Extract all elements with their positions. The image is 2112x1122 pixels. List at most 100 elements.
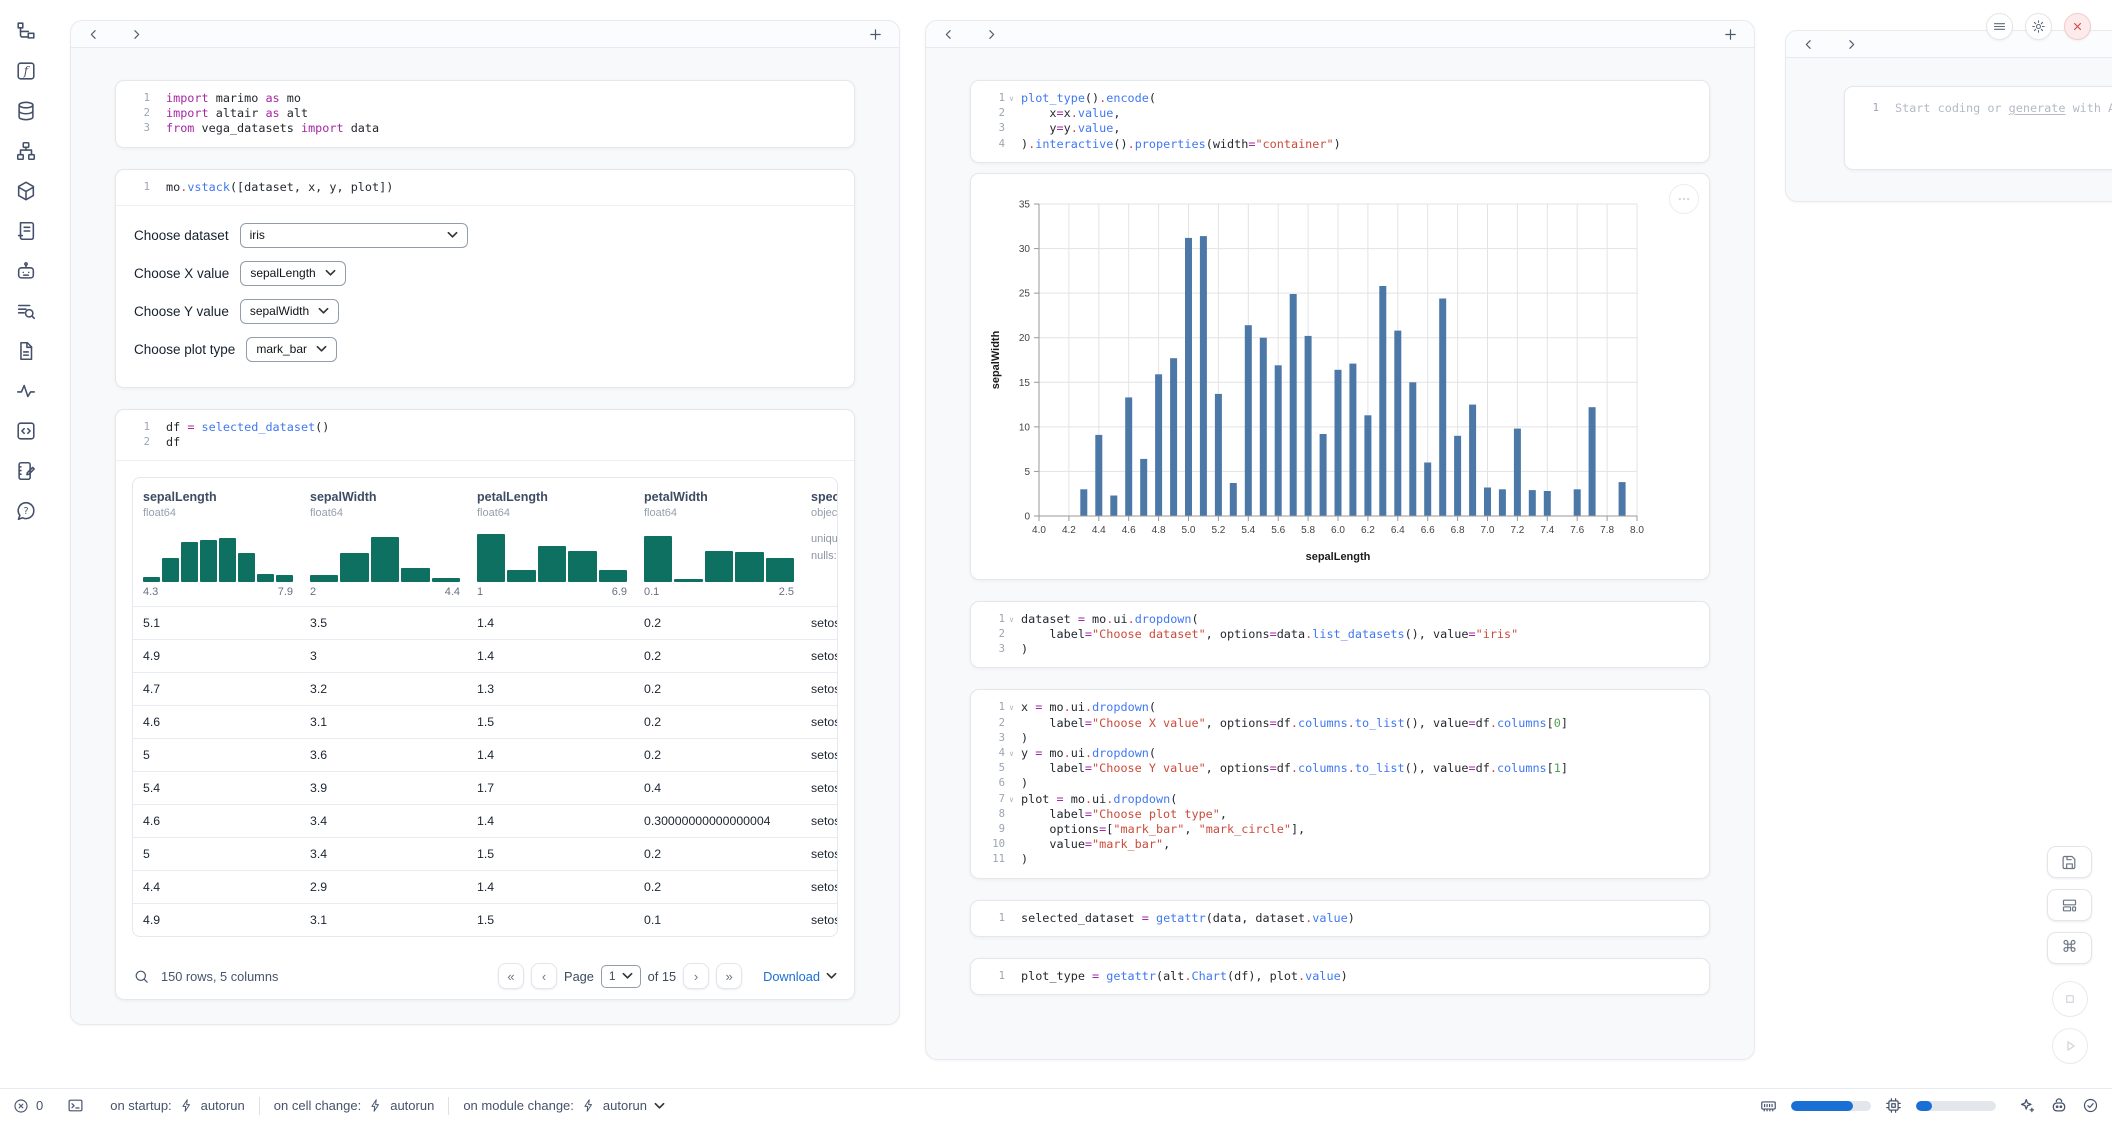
svg-text:6.6: 6.6 — [1421, 525, 1435, 536]
column-collapse-left-icon[interactable] — [87, 28, 100, 41]
sidebar-dependency-graph-icon[interactable] — [8, 134, 44, 167]
run-button[interactable] — [2052, 1028, 2088, 1064]
line-number: 8 — [981, 807, 1005, 822]
table-column-header[interactable]: petalLengthfloat6416.9 — [467, 478, 634, 606]
svg-text:4.4: 4.4 — [1092, 525, 1106, 536]
table-cell: 0.1 — [634, 904, 801, 936]
command-palette-button[interactable]: ⌘ — [2047, 932, 2092, 964]
table-column-header[interactable]: sepalWidthfloat6424.4 — [300, 478, 467, 606]
column-collapse-left-icon[interactable] — [942, 28, 955, 41]
dropdown-selected-value: iris — [250, 228, 265, 242]
autorun-toggle[interactable]: on module change:autorun — [463, 1098, 665, 1113]
download-button[interactable]: Download — [763, 969, 837, 984]
ai-sparkle-button[interactable] — [2018, 1097, 2036, 1115]
column-collapse-right-icon[interactable] — [130, 28, 143, 41]
terminal-button[interactable] — [67, 1097, 84, 1114]
svg-text:6.8: 6.8 — [1451, 525, 1465, 536]
sidebar-activity-icon[interactable] — [8, 374, 44, 407]
sidebar-log-search-icon[interactable] — [8, 294, 44, 327]
menu-button[interactable] — [1986, 13, 2013, 40]
line-number: 1 — [126, 180, 150, 195]
sidebar-scratchpad-icon[interactable] — [8, 454, 44, 487]
fold-gutter — [150, 420, 163, 435]
first-page-button[interactable]: « — [498, 963, 524, 989]
layout-toggle-button[interactable] — [2047, 889, 2092, 921]
code-line: 2import altair as alt — [126, 106, 840, 121]
next-page-button[interactable]: › — [683, 963, 709, 989]
table-cell: 0.2 — [634, 673, 801, 705]
line-number: 1 — [981, 911, 1005, 926]
sidebar-code-square-icon[interactable] — [8, 414, 44, 447]
last-page-button[interactable]: » — [716, 963, 742, 989]
sidebar-database-icon[interactable] — [8, 94, 44, 127]
settings-button[interactable] — [2025, 13, 2052, 40]
error-circle-icon — [13, 1098, 29, 1114]
fold-chevron-icon[interactable]: ∨ — [1005, 700, 1018, 715]
sidebar-help-bubble-icon[interactable]: ? — [8, 494, 44, 527]
code-editor[interactable]: 1df = selected_dataset()2df — [116, 410, 854, 460]
error-indicator[interactable]: 0 — [13, 1098, 43, 1114]
save-button[interactable] — [2047, 846, 2092, 878]
dropdown-select[interactable]: mark_bar — [246, 337, 337, 362]
table-column-header[interactable]: petalWidthfloat640.12.5 — [634, 478, 801, 606]
code-editor[interactable]: 1∨plot_type().encode(2 x=x.value,3 y=y.v… — [971, 81, 1709, 162]
fold-chevron-icon[interactable]: ∨ — [1005, 91, 1018, 106]
fold-gutter — [1005, 627, 1018, 642]
generate-ai-link[interactable]: generate — [2009, 101, 2066, 115]
table-column-header[interactable]: speciesobjectunique:nulls: — [801, 478, 837, 606]
sidebar-package-cube-icon[interactable] — [8, 174, 44, 207]
dropdown-select[interactable]: sepalLength — [240, 261, 345, 286]
table-cell: 1.5 — [467, 838, 634, 870]
fold-chevron-icon[interactable]: ∨ — [1005, 612, 1018, 627]
column-collapse-right-icon[interactable] — [985, 28, 998, 41]
add-cell-button[interactable] — [868, 27, 883, 42]
code-editor[interactable]: 1 Start coding or generate with AI — [1845, 87, 2112, 126]
add-cell-button[interactable] — [1723, 27, 1738, 42]
sidebar-chat-bot-icon[interactable] — [8, 254, 44, 287]
altair-bar-chart[interactable]: 051015202530354.04.24.44.64.85.05.25.45.… — [971, 174, 1709, 579]
page-select[interactable]: 1 — [601, 965, 641, 988]
code-editor[interactable]: 1plot_type = getattr(alt.Chart(df), plot… — [971, 959, 1709, 994]
code-text: mo.vstack([dataset, x, y, plot]) — [163, 180, 393, 195]
code-editor[interactable]: 1∨dataset = mo.ui.dropdown(2 label="Choo… — [971, 602, 1709, 668]
stop-button[interactable] — [2052, 981, 2088, 1017]
fold-gutter — [1005, 137, 1018, 152]
table-cell: 1.4 — [467, 871, 634, 903]
min-value: 1 — [477, 586, 483, 598]
chart-actions-button[interactable] — [1669, 184, 1699, 214]
column-histogram — [310, 528, 460, 582]
fold-chevron-icon[interactable]: ∨ — [1005, 792, 1018, 807]
column-dtype: object — [811, 507, 831, 519]
autorun-toggle[interactable]: on cell change:autorun — [274, 1098, 435, 1113]
sidebar-script-scroll-icon[interactable] — [8, 214, 44, 247]
code-editor[interactable]: 1import marimo as mo2import altair as al… — [116, 81, 854, 147]
prev-page-button[interactable]: ‹ — [531, 963, 557, 989]
dropdown-select[interactable]: iris — [240, 223, 468, 248]
table-cell: 3.6 — [300, 739, 467, 771]
fold-chevron-icon[interactable]: ∨ — [1005, 746, 1018, 761]
copilot-button[interactable] — [2050, 1097, 2068, 1115]
svg-text:35: 35 — [1019, 199, 1031, 210]
line-number: 2 — [981, 716, 1005, 731]
sidebar-function-square-icon[interactable]: f — [8, 54, 44, 87]
code-editor[interactable]: 1selected_dataset = getattr(data, datase… — [971, 901, 1709, 936]
code-editor[interactable]: 1 mo.vstack([dataset, x, y, plot]) — [116, 170, 854, 205]
column-collapse-left-icon[interactable] — [1802, 38, 1815, 51]
svg-text:6.2: 6.2 — [1361, 525, 1375, 536]
code-text: ) — [1018, 852, 1028, 867]
autorun-toggle[interactable]: on startup:autorun — [110, 1098, 245, 1113]
svg-text:5.6: 5.6 — [1271, 525, 1285, 536]
close-button[interactable] — [2064, 13, 2091, 40]
table-cell: 4.6 — [133, 706, 300, 738]
table-cell: 4.7 — [133, 673, 300, 705]
sidebar-file-tree-icon[interactable] — [8, 14, 44, 47]
sidebar-document-icon[interactable] — [8, 334, 44, 367]
dropdown-select[interactable]: sepalWidth — [240, 299, 339, 324]
svg-text:7.0: 7.0 — [1481, 525, 1495, 536]
search-icon[interactable] — [133, 968, 150, 985]
svg-text:7.4: 7.4 — [1540, 525, 1554, 536]
column-collapse-right-icon[interactable] — [1845, 38, 1858, 51]
table-column-header[interactable]: sepalLengthfloat644.37.9 — [133, 478, 300, 606]
code-editor[interactable]: 1∨x = mo.ui.dropdown(2 label="Choose X v… — [971, 690, 1709, 877]
svg-text:5.4: 5.4 — [1241, 525, 1255, 536]
